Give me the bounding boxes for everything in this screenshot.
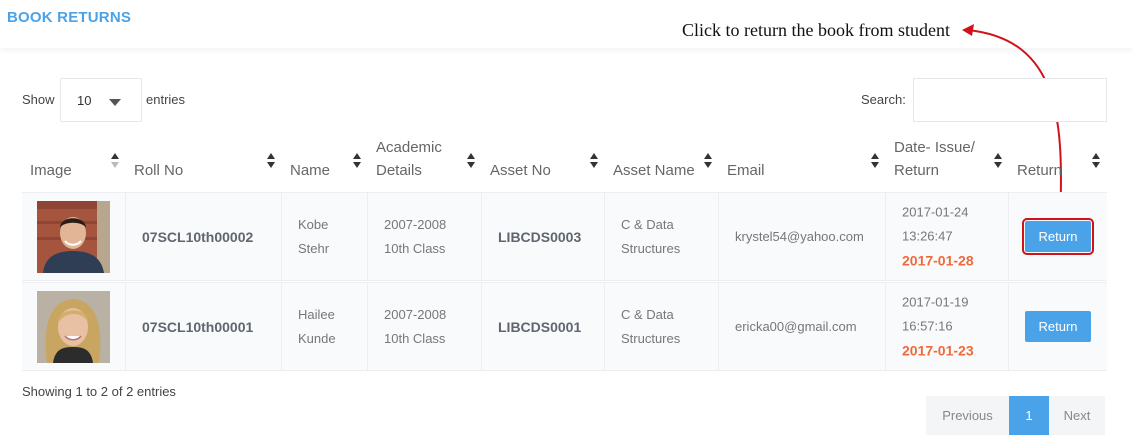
- sort-icon: [1091, 153, 1101, 171]
- table-row: 07SCL10th00001 Hailee Kunde 2007-2008 10th…: [22, 282, 1107, 371]
- table-row: 07SCL10th00002 Kobe Stehr 2007-2008 10th C…: [22, 192, 1107, 281]
- table-info: Showing 1 to 2 of 2 entries: [22, 384, 176, 399]
- cell-email: ericka00@gmail.com: [719, 283, 886, 370]
- entries-label: entries: [146, 92, 186, 107]
- entries-length-value: 10: [77, 93, 92, 108]
- cell-asset-name: C & Data Structures: [605, 193, 719, 280]
- sort-icon: [703, 153, 713, 171]
- cell-asset-no: LIBCDS0003: [482, 193, 605, 280]
- column-header-asset-no[interactable]: Asset No: [482, 136, 605, 192]
- show-label: Show: [22, 92, 55, 107]
- cell-image: [22, 193, 126, 280]
- sort-icon: [352, 153, 362, 171]
- cell-name: Hailee Kunde: [282, 283, 368, 370]
- cell-roll-no: 07SCL10th00002: [126, 193, 282, 280]
- sort-icon: [266, 153, 276, 171]
- column-header-date[interactable]: Date- Issue/Return: [886, 136, 1009, 192]
- return-button[interactable]: Return: [1022, 218, 1094, 255]
- cell-asset-no: LIBCDS0001: [482, 283, 605, 370]
- column-header-roll-no[interactable]: Roll No: [126, 136, 282, 192]
- student-photo: [37, 201, 110, 273]
- sort-icon: [466, 153, 476, 171]
- return-date: 2017-01-23: [902, 342, 974, 358]
- book-returns-table: Image Roll No Name Academic Details Asset…: [22, 136, 1107, 371]
- pagination-previous[interactable]: Previous: [926, 396, 1009, 435]
- search-input[interactable]: [913, 78, 1107, 122]
- cell-name: Kobe Stehr: [282, 193, 368, 280]
- cell-return: Return: [1009, 283, 1107, 370]
- column-header-name[interactable]: Name: [282, 136, 368, 192]
- chevron-down-icon: [109, 99, 121, 106]
- cell-academic: 2007-2008 10th Class: [368, 193, 482, 280]
- sort-icon: [993, 153, 1003, 171]
- sort-icon: [870, 153, 880, 171]
- student-photo: [37, 291, 110, 363]
- column-header-academic-details[interactable]: Academic Details: [368, 136, 482, 192]
- annotation-text: Click to return the book from student: [682, 20, 950, 40]
- column-header-image[interactable]: Image: [22, 136, 126, 192]
- pagination-page-1[interactable]: 1: [1009, 396, 1049, 435]
- cell-email: krystel54@yahoo.com: [719, 193, 886, 280]
- cell-image: [22, 283, 126, 370]
- sort-icon: [589, 153, 599, 171]
- page-header: BOOK RETURNS: [0, 0, 1133, 48]
- cell-academic: 2007-2008 10th Class: [368, 283, 482, 370]
- cell-return: Return: [1009, 193, 1107, 280]
- page-title: BOOK RETURNS: [7, 9, 132, 26]
- cell-asset-name: C & Data Structures: [605, 283, 719, 370]
- cell-roll-no: 07SCL10th00001: [126, 283, 282, 370]
- pagination-next[interactable]: Next: [1049, 396, 1105, 435]
- column-header-return[interactable]: Return: [1009, 136, 1107, 192]
- table-header: Image Roll No Name Academic Details Asset…: [22, 136, 1107, 192]
- column-header-email[interactable]: Email: [719, 136, 886, 192]
- cell-date: 2017-01-24 13:26:47 2017-01-28: [886, 193, 1009, 280]
- return-button[interactable]: Return: [1025, 311, 1091, 342]
- cell-date: 2017-01-19 16:57:16 2017-01-23: [886, 283, 1009, 370]
- sort-icon: [110, 153, 120, 171]
- column-header-asset-name[interactable]: Asset Name: [605, 136, 719, 192]
- return-date: 2017-01-28: [902, 252, 974, 268]
- entries-length-select[interactable]: 10: [60, 78, 142, 122]
- search-label: Search:: [861, 92, 906, 107]
